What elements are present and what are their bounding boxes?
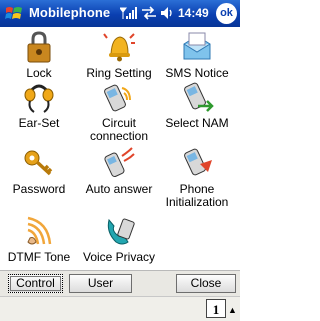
select-nam-label: Select NAM <box>165 116 229 130</box>
sms-notice-item[interactable]: SMS Notice <box>158 30 236 80</box>
auto-answer-icon <box>104 147 135 178</box>
voice-privacy-label: Voice Privacy <box>82 250 156 264</box>
menu-bar: 1 ▲ <box>0 296 240 321</box>
volume-icon[interactable] <box>160 6 174 20</box>
circuit-connection-label: Circuit connection <box>89 116 149 143</box>
ear-set-item[interactable]: Ear-Set <box>0 80 78 130</box>
key-icon <box>24 150 53 176</box>
circuit-connection-item[interactable]: Circuit connection <box>80 80 158 143</box>
auto-answer-item[interactable]: Auto answer <box>80 146 158 196</box>
phone-reset-icon <box>184 148 212 176</box>
ring-setting-item[interactable]: Ring Setting <box>80 30 158 80</box>
user-button[interactable]: User <box>69 274 132 293</box>
dtmf-tone-item[interactable]: DTMF Tone <box>0 214 78 264</box>
bottom-tab-bar: Control User Close <box>0 270 240 297</box>
dtmf-tone-icon <box>27 216 52 245</box>
input-panel-button[interactable]: 1 <box>206 299 226 318</box>
control-button[interactable]: Control <box>8 274 63 293</box>
phone-select-icon <box>184 82 214 112</box>
input-panel-arrow-icon[interactable]: ▲ <box>228 305 237 315</box>
select-nam-item[interactable]: Select NAM <box>158 80 236 130</box>
windows-start-icon[interactable] <box>4 4 24 24</box>
auto-answer-label: Auto answer <box>85 182 153 196</box>
app-title: Mobilephone <box>29 5 111 20</box>
ok-button[interactable]: ok <box>216 3 237 24</box>
password-item[interactable]: Password <box>0 146 78 196</box>
phone-initialization-label: Phone Initialization <box>165 182 229 209</box>
voice-privacy-icon <box>107 218 135 245</box>
phone-initialization-item[interactable]: Phone Initialization <box>158 146 236 209</box>
connectivity-icon[interactable] <box>141 6 157 20</box>
sms-envelope-icon <box>183 32 211 60</box>
sms-notice-label: SMS Notice <box>165 66 229 80</box>
earset-icon <box>24 84 54 113</box>
password-label: Password <box>12 182 66 196</box>
ear-set-label: Ear-Set <box>18 116 60 130</box>
ring-setting-label: Ring Setting <box>86 66 152 80</box>
lock-item[interactable]: Lock <box>0 30 78 80</box>
close-button[interactable]: Close <box>176 274 236 293</box>
phone-connection-icon <box>104 84 131 112</box>
lock-label: Lock <box>26 66 52 80</box>
signal-strength-icon[interactable] <box>120 6 138 20</box>
lock-icon <box>27 31 51 63</box>
voice-privacy-item[interactable]: Voice Privacy <box>80 214 158 264</box>
clock[interactable]: 14:49 <box>178 6 209 20</box>
title-bar: Mobilephone 14:49 ok <box>0 0 240 27</box>
dtmf-tone-label: DTMF Tone <box>7 250 71 264</box>
bell-icon <box>103 33 135 62</box>
